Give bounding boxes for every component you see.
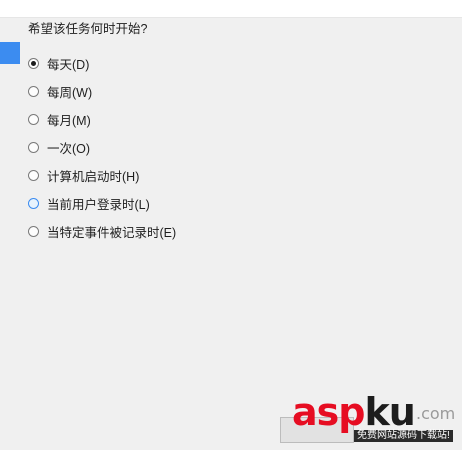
option-label: 每周(W) [47,85,93,100]
watermark-asp: asp [292,390,365,434]
option-label: 当前用户登录时(L) [47,197,150,212]
watermark-tagline: 免费网站源码下载站! [354,430,453,442]
trigger-options: 每天(D) 每周(W) 每月(M) 一次(O) 计算机启动时(H) 当前用户登录… [24,49,176,245]
radio-once[interactable] [28,141,39,153]
watermark-ku: ku [364,390,415,434]
option-user-logon[interactable]: 当前用户登录时(L) [24,189,176,217]
option-label: 每月(M) [47,113,91,128]
option-once[interactable]: 一次(O) [24,133,176,161]
radio-user-logon[interactable] [28,197,39,209]
radio-event-logged[interactable] [28,225,39,237]
radio-daily[interactable] [28,57,39,69]
option-daily[interactable]: 每天(D) [24,49,176,77]
option-computer-startup[interactable]: 计算机启动时(H) [24,161,176,189]
option-weekly[interactable]: 每周(W) [24,77,176,105]
option-event-logged[interactable]: 当特定事件被记录时(E) [24,217,176,245]
radio-weekly[interactable] [28,85,39,97]
option-label: 一次(O) [47,141,91,156]
option-label: 每天(D) [47,57,90,72]
question-label: 希望该任务何时开始? [28,22,148,36]
option-monthly[interactable]: 每月(M) [24,105,176,133]
radio-computer-startup[interactable] [28,169,39,181]
watermark-logo: aspku .com 免费网站源码下载站! [292,390,460,450]
top-strip [0,0,462,18]
selection-marker [0,42,20,64]
option-label: 计算机启动时(H) [47,169,140,184]
radio-monthly[interactable] [28,113,39,125]
watermark-wordmark: aspku [292,390,416,434]
option-label: 当特定事件被记录时(E) [47,225,177,240]
watermark-suffix: .com [416,404,456,423]
